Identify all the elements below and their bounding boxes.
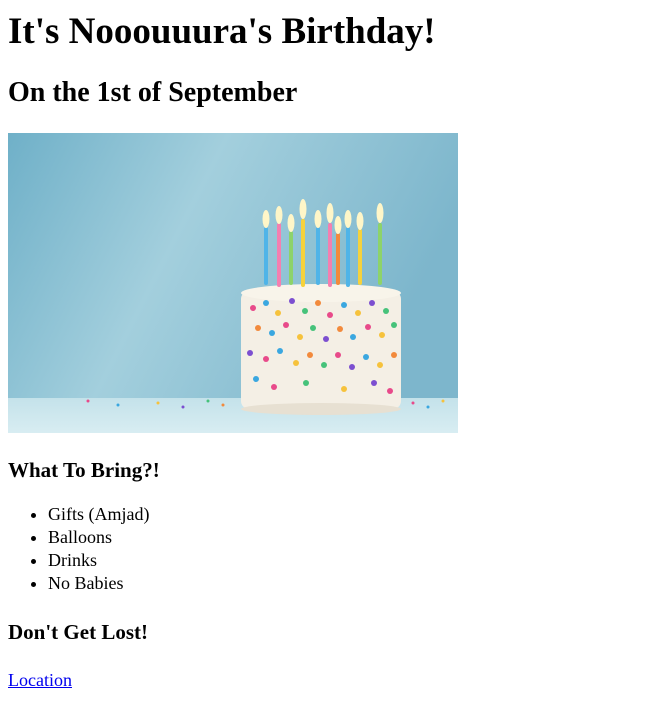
what-to-bring-heading: What To Bring?!	[8, 458, 160, 482]
list-item: Gifts (Amjad)	[48, 503, 648, 526]
date-subtitle: On the 1st of September	[8, 77, 298, 108]
list-item: Drinks	[48, 549, 648, 572]
location-link[interactable]: Location	[8, 669, 72, 691]
page: It's Nooouuura's Birthday! On the 1st of…	[0, 10, 656, 691]
list-item: Balloons	[48, 526, 648, 549]
page-title: It's Nooouuura's Birthday!	[8, 11, 436, 52]
birthday-cake-image	[8, 133, 458, 433]
bring-list: Gifts (Amjad) Balloons Drinks No Babies	[8, 503, 648, 595]
list-item: No Babies	[48, 572, 648, 595]
dont-get-lost-heading: Don't Get Lost!	[8, 620, 148, 644]
